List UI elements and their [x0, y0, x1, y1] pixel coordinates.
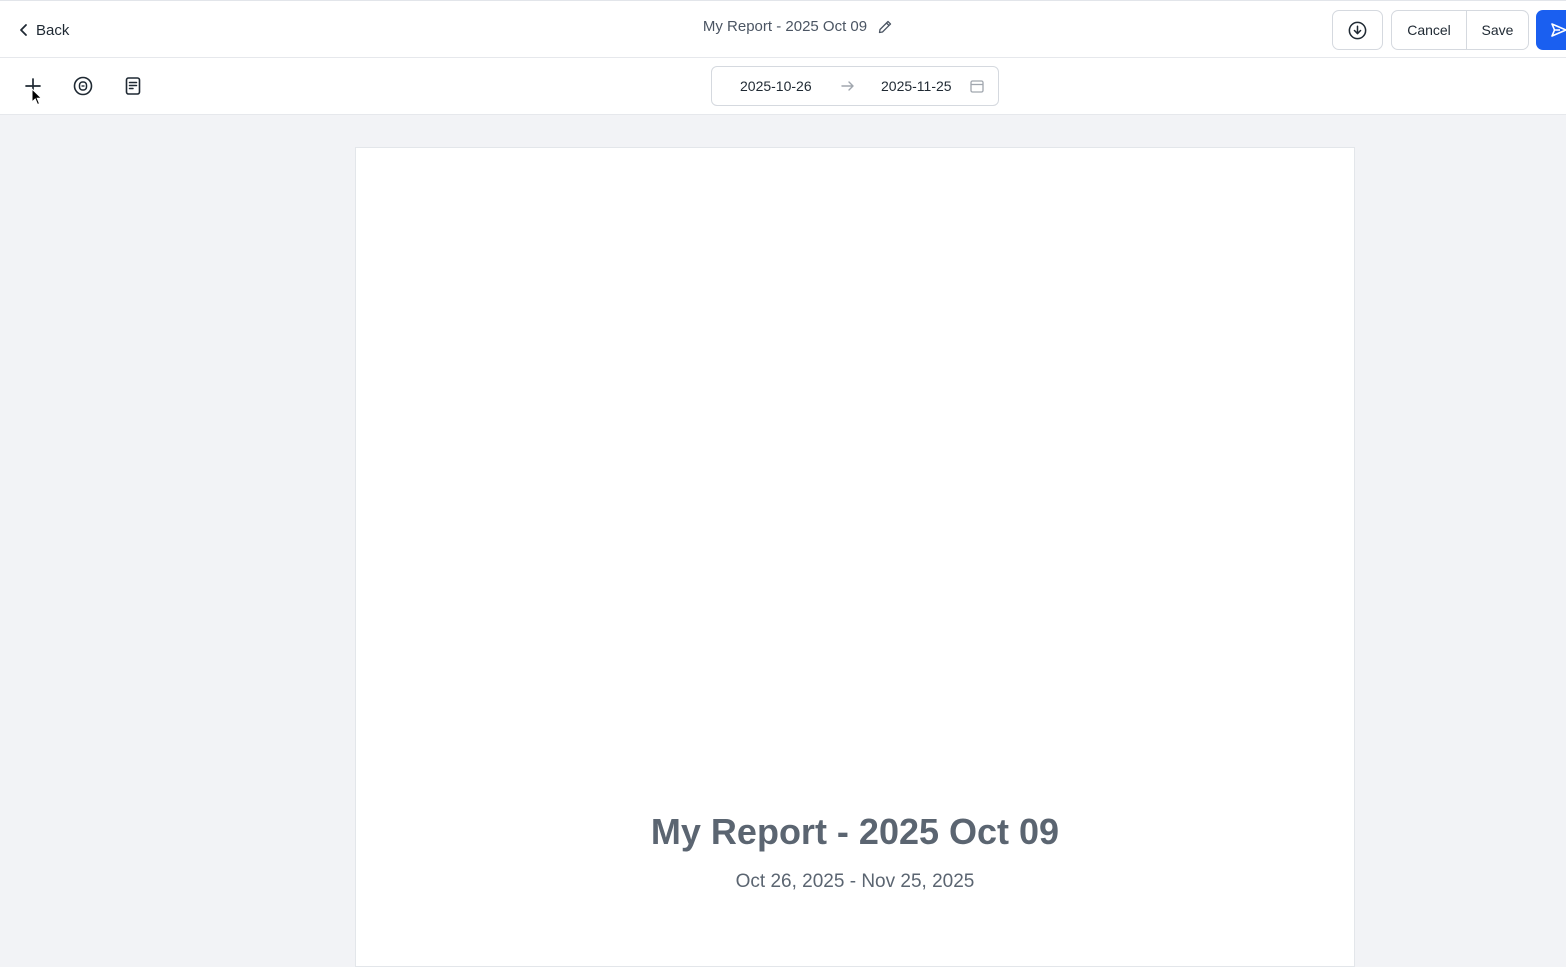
chevron-left-icon: [20, 24, 27, 36]
document-title: My Report - 2025 Oct 09: [593, 18, 973, 35]
editor-toolbar: 2025-10-26 2025-11-25: [0, 58, 1566, 115]
cancel-button[interactable]: Cancel: [1392, 11, 1467, 49]
arrow-right-icon: [840, 78, 856, 97]
download-button[interactable]: [1332, 10, 1383, 50]
report-title: My Report - 2025 Oct 09: [650, 811, 1060, 852]
report-page[interactable]: My Report - 2025 Oct 09 Oct 26, 2025 - N…: [355, 147, 1355, 967]
report-canvas: My Report - 2025 Oct 09 Oct 26, 2025 - N…: [0, 115, 1566, 967]
variable-button[interactable]: [71, 74, 95, 98]
download-icon: [1348, 21, 1367, 39]
cancel-save-group: Cancel Save: [1391, 10, 1529, 50]
back-label: Back: [36, 21, 70, 39]
report-date-range: Oct 26, 2025 - Nov 25, 2025: [735, 871, 975, 892]
notes-icon: [125, 77, 141, 95]
document-title-text: My Report - 2025 Oct 09: [702, 18, 868, 35]
back-button[interactable]: Back: [18, 16, 69, 44]
date-start[interactable]: 2025-10-26: [740, 78, 812, 94]
top-bar: Back My Report - 2025 Oct 09 Cancel Save: [0, 0, 1566, 58]
save-button[interactable]: Save: [1467, 11, 1528, 49]
date-range-picker[interactable]: 2025-10-26 2025-11-25: [711, 66, 999, 106]
date-end[interactable]: 2025-11-25: [881, 78, 952, 94]
variable-icon: [73, 76, 93, 96]
notes-button[interactable]: [121, 74, 145, 98]
send-icon: [1551, 23, 1566, 37]
mouse-cursor-icon: [31, 88, 43, 106]
send-button[interactable]: [1536, 10, 1566, 50]
pencil-icon[interactable]: [877, 19, 893, 35]
calendar-icon[interactable]: [969, 78, 985, 97]
